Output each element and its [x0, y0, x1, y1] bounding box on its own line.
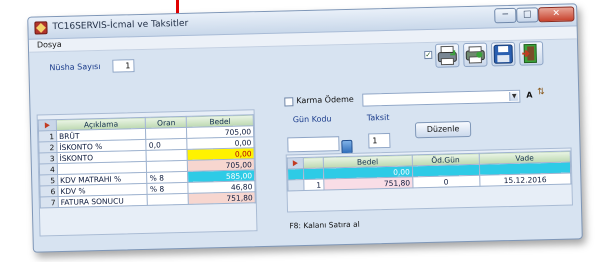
taksit-label: Taksit: [366, 112, 390, 123]
row-number-cell: 4: [39, 163, 58, 175]
maximize-button[interactable]: □: [516, 7, 539, 23]
row-number-cell: 2: [38, 141, 57, 154]
chevron-down-icon[interactable]: ▼: [509, 91, 519, 101]
karma-odeme-checkbox[interactable]: [284, 97, 294, 107]
taksit-table: Bedel Öd.Gün Vade 0,00 1 751,80 0 15.12.…: [287, 151, 572, 192]
od-gun-cell[interactable]: 0: [412, 175, 480, 188]
duzenle-button[interactable]: Düzenle: [414, 120, 472, 139]
print-button[interactable]: [434, 43, 460, 68]
current-row-icon: [292, 159, 298, 166]
minimize-button[interactable]: ─: [494, 7, 517, 24]
copy-checkbox[interactable]: ✓: [424, 50, 433, 60]
icmal-panel: Açıklama Oran Bedel 1 BRÜT 705,00 2 İSKONTO …: [36, 109, 258, 237]
copies-input[interactable]: 1: [112, 59, 135, 73]
side-label: A: [526, 90, 533, 100]
column-row-number: [302, 157, 324, 169]
taksit-input[interactable]: 1: [368, 132, 391, 149]
taksit-panel: Bedel Öd.Gün Vade 0,00 1 751,80 0 15.12.…: [285, 147, 573, 213]
row-number-cell: 7: [40, 196, 59, 208]
vade-cell[interactable]: 15.12.2016: [479, 173, 571, 187]
row-marker: [287, 157, 304, 169]
row-number-cell: 1: [38, 130, 57, 143]
save-button[interactable]: [490, 41, 516, 67]
row-number-cell: 1: [303, 179, 324, 191]
window-title: TC16SERVIS-İcmal ve Taksitler: [52, 18, 189, 33]
gun-kodu-label: Gün Kodu: [292, 114, 332, 125]
exit-icon: [522, 43, 537, 64]
icmal-table-body: 1 BRÜT 705,00 2 İSKONTO % 0,0 0,00 3 İSKONTO 0,00…: [38, 125, 256, 208]
print-preview-button[interactable]: [462, 42, 488, 68]
print-icon: [437, 45, 457, 66]
copies-label: Nüsha Sayısı: [49, 61, 101, 73]
status-hint: F8: Kalanı Satıra al: [289, 219, 360, 231]
current-row-icon: [44, 121, 50, 128]
bedel-cell[interactable]: 751,80: [188, 191, 256, 205]
row-number-cell: 6: [39, 185, 59, 197]
row-number-cell: 5: [39, 174, 58, 186]
oran-cell[interactable]: [147, 193, 189, 206]
screenshot-stage: TC16SERVIS-İcmal ve Taksitler ─ □ ✕ Dosy…: [0, 0, 595, 262]
row-marker: [38, 119, 57, 132]
row-number-cell: [303, 168, 324, 180]
print-preview-icon: [465, 46, 485, 64]
icmal-table: Açıklama Oran Bedel 1 BRÜT 705,00 2 İSKONTO …: [38, 114, 256, 208]
bedel-cell[interactable]: 751,80: [323, 176, 413, 191]
close-button[interactable]: ✕: [538, 6, 575, 23]
row-marker: [287, 179, 304, 191]
aciklama-cell[interactable]: FATURA SONUCU: [58, 194, 148, 208]
exit-button[interactable]: [518, 41, 544, 66]
row-number-cell: 3: [39, 152, 58, 165]
save-icon: [493, 44, 513, 64]
karma-odeme-label: Karma Ödeme: [296, 94, 354, 106]
menu-item-dosya[interactable]: Dosya: [37, 40, 62, 50]
gun-kodu-input[interactable]: [287, 136, 340, 153]
app-icon: [34, 21, 48, 35]
row-marker: [287, 168, 304, 180]
sort-az-icon[interactable]: ⇅: [537, 87, 545, 97]
payment-type-select[interactable]: ▼: [362, 89, 521, 107]
icmal-window: TC16SERVIS-İcmal ve Taksitler ─ □ ✕ Dosy…: [27, 3, 583, 253]
